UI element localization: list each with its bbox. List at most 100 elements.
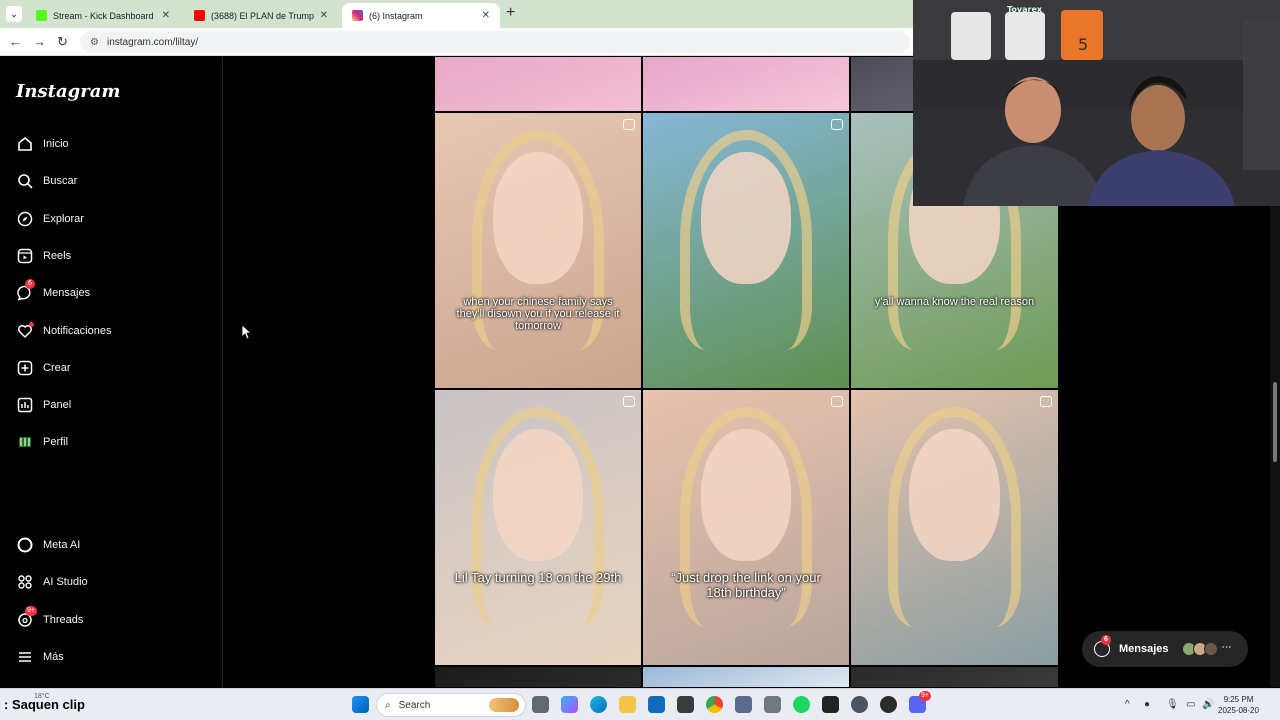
close-tab-icon[interactable]: ✕ xyxy=(482,10,490,21)
reel-icon xyxy=(623,119,635,130)
reload-button[interactable]: ↻ xyxy=(57,34,68,50)
sidebar-item-notificaciones[interactable]: Notificaciones xyxy=(16,319,111,343)
network-icon[interactable]: ▭ xyxy=(1186,699,1195,710)
message-avatars: ⋯ xyxy=(1181,642,1232,656)
instagram-favicon-icon xyxy=(352,10,363,21)
obs-icon[interactable] xyxy=(822,696,839,713)
reels-icon xyxy=(16,247,34,265)
close-tab-icon[interactable]: ✕ xyxy=(162,10,170,21)
kick-favicon-icon xyxy=(36,10,47,21)
clock-time: 9:25 PM xyxy=(1223,695,1254,704)
nav-label: Panel xyxy=(43,399,72,412)
svg-text:5: 5 xyxy=(1078,35,1088,54)
sidebar-item-threads[interactable]: 9+ Threads xyxy=(16,605,84,632)
tray-overflow-icon[interactable]: ^ xyxy=(1125,699,1130,710)
apps-grid-icon[interactable] xyxy=(764,696,781,713)
webcam-overlay: 5 Tovarex xyxy=(913,0,1280,206)
heart-icon xyxy=(16,321,34,340)
plus-icon xyxy=(16,359,34,377)
sidebar-item-m-s[interactable]: Más xyxy=(16,645,64,669)
post-thumbnail[interactable] xyxy=(643,57,849,111)
post-thumbnail[interactable]: Lil Tay turning 18 on the 29th xyxy=(435,390,641,665)
tab-instagram[interactable]: (6) Instagram ✕ xyxy=(342,3,500,28)
edge-icon[interactable] xyxy=(590,696,607,713)
mouse-cursor-icon xyxy=(242,325,252,340)
reel-icon xyxy=(831,396,843,407)
volume-icon[interactable]: 🔊 xyxy=(1202,699,1214,710)
sidebar-item-explorar[interactable]: Explorar xyxy=(16,207,84,231)
new-tab-button[interactable]: + xyxy=(506,4,515,22)
chrome-icon[interactable] xyxy=(706,696,723,713)
post-thumbnail[interactable] xyxy=(851,390,1058,665)
copilot-icon[interactable] xyxy=(561,696,578,713)
microphone-icon[interactable]: 🎙 xyxy=(1166,699,1179,710)
sidebar-item-buscar[interactable]: Buscar xyxy=(16,169,77,193)
ai-studio-icon xyxy=(16,573,34,591)
outlook-icon[interactable] xyxy=(648,696,665,713)
post-thumbnail[interactable] xyxy=(643,113,849,388)
nav-label: Notificaciones xyxy=(43,324,112,337)
sidebar-item-meta-ai[interactable]: Meta AI xyxy=(16,533,80,557)
tab-kick-dashboard[interactable]: Stream - Kick Dashboard ✕ xyxy=(26,3,180,28)
tray-app-icon[interactable]: ● xyxy=(1144,699,1150,710)
nav-label: Threads xyxy=(43,613,84,626)
taskbar-search-box[interactable]: ⌕ Search xyxy=(376,693,526,717)
nav-badge: 6 xyxy=(25,279,35,290)
discord-icon[interactable]: 9+ xyxy=(909,691,931,713)
post-subject-hair xyxy=(680,129,812,350)
spotify-icon[interactable] xyxy=(793,696,810,713)
post-thumbnail[interactable]: “Just drop the link on your 18th birthda… xyxy=(643,390,849,665)
nav-label: Más xyxy=(43,650,64,663)
taskbar-clock[interactable]: 9:25 PM 2025-08-20 xyxy=(1218,694,1259,716)
address-bar[interactable]: ⚙ instagram.com/liltay/ xyxy=(80,31,910,53)
post-thumbnail[interactable] xyxy=(643,667,849,687)
store-icon[interactable] xyxy=(677,696,694,713)
sidebar-item-ai-studio[interactable]: AI Studio xyxy=(16,570,88,594)
nav-label: Mensajes xyxy=(43,287,91,300)
messages-floating-button[interactable]: 6 Mensajes ⋯ xyxy=(1082,631,1248,667)
messenger-icon: 6 xyxy=(1094,635,1111,657)
notification-dot xyxy=(29,321,34,327)
sidebar: Instagram Inicio Buscar Explorar Reels 6 Mens… xyxy=(0,57,223,687)
back-button[interactable]: ← xyxy=(9,34,22,49)
meta-ai-icon xyxy=(16,536,34,554)
search-highlight-icon xyxy=(489,698,519,712)
avatar-icon xyxy=(16,433,34,451)
post-caption: when your chinese family says they'll di… xyxy=(456,296,620,332)
post-subject-hair xyxy=(888,406,1021,627)
sidebar-item-panel[interactable]: Panel xyxy=(16,393,71,417)
taskbar-search-placeholder: Search xyxy=(398,699,431,711)
scrollbar-thumb[interactable] xyxy=(1273,382,1277,462)
instagram-logo[interactable]: Instagram xyxy=(16,81,120,102)
discord-badge: 9+ xyxy=(919,691,931,701)
forward-button[interactable]: → xyxy=(33,34,46,49)
sidebar-item-crear[interactable]: Crear xyxy=(16,356,71,380)
sidebar-item-mensajes[interactable]: 6 Mensajes xyxy=(16,279,91,305)
url-text: instagram.com/liltay/ xyxy=(106,36,199,48)
windows-start-icon[interactable] xyxy=(352,696,369,713)
post-thumbnail[interactable] xyxy=(435,667,641,687)
sidebar-item-inicio[interactable]: Inicio xyxy=(16,132,69,156)
steam-icon[interactable] xyxy=(851,696,868,713)
post-thumbnail[interactable] xyxy=(851,667,1058,687)
search-icon xyxy=(16,172,34,190)
tab-search-button[interactable]: ⌄ xyxy=(6,6,22,22)
file-explorer-icon[interactable] xyxy=(619,696,636,713)
sidebar-item-reels[interactable]: Reels xyxy=(16,244,71,268)
post-thumbnail[interactable]: when your chinese family says they'll di… xyxy=(435,113,641,388)
media-player-icon[interactable] xyxy=(880,696,897,713)
task-view-icon[interactable] xyxy=(532,696,549,713)
vpn-icon[interactable] xyxy=(735,696,752,713)
sidebar-item-perfil[interactable]: Perfil xyxy=(16,430,68,454)
clock-date: 2025-08-20 xyxy=(1218,706,1259,715)
post-thumbnail[interactable] xyxy=(435,57,641,111)
youtube-favicon-icon xyxy=(194,10,205,21)
site-info-icon[interactable]: ⚙ xyxy=(90,37,99,48)
nav-label: Inicio xyxy=(43,138,69,150)
post-caption: y'all wanna know the real reason xyxy=(874,296,1035,308)
close-tab-icon[interactable]: ✕ xyxy=(320,10,328,21)
nav-label: Buscar xyxy=(43,175,78,188)
more-icon: ⋯ xyxy=(1221,642,1232,653)
home-icon xyxy=(16,135,34,153)
tab-youtube[interactable]: (3688) El PLAN de Trump para C ✕ xyxy=(184,3,338,28)
